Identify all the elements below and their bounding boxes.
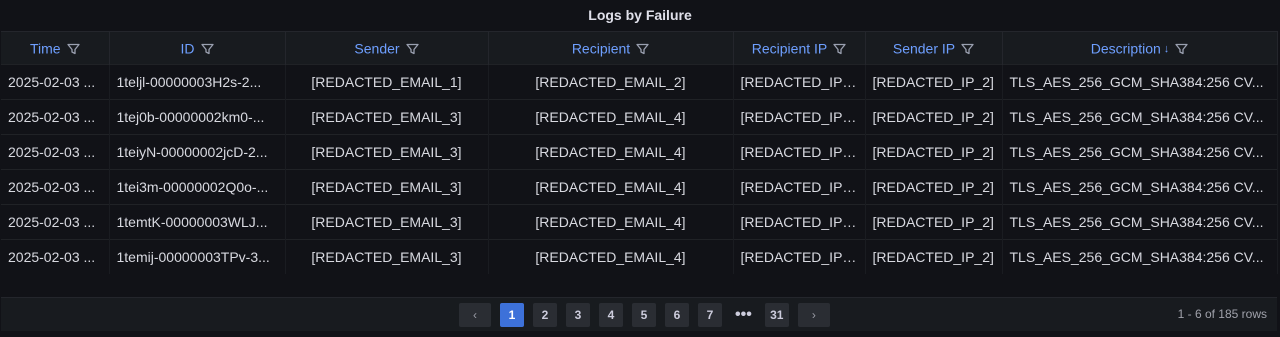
- filter-icon[interactable]: [405, 43, 419, 55]
- table-header-row: Time ID Sender Recipient Recipient IP Se…: [1, 31, 1278, 65]
- row-count: 1 - 6 of 185 rows: [1177, 307, 1267, 321]
- cell-recipient-ip: [REDACTED_IP_6]: [733, 204, 866, 240]
- column-header-label: Sender IP: [892, 40, 956, 57]
- cell-description: TLS_AES_256_GCM_SHA384:256 CV...: [1002, 204, 1278, 240]
- cell-sender: [REDACTED_EMAIL_3]: [285, 169, 489, 205]
- cell-sender: [REDACTED_EMAIL_3]: [285, 204, 489, 240]
- cell-sender-ip: [REDACTED_IP_2]: [865, 134, 1003, 170]
- cell-recipient: [REDACTED_EMAIL_2]: [488, 64, 734, 100]
- filter-icon[interactable]: [1175, 43, 1188, 55]
- cell-recipient: [REDACTED_EMAIL_4]: [488, 204, 734, 240]
- chevron-left-icon: ‹: [473, 308, 477, 322]
- table-row[interactable]: 2025-02-03 ... 1teiyN-00000002jcD-2... […: [1, 134, 1278, 170]
- cell-sender-ip: [REDACTED_IP_2]: [865, 169, 1003, 205]
- cell-sender-ip: [REDACTED_IP_2]: [865, 204, 1003, 240]
- page-button-6[interactable]: 6: [665, 303, 689, 327]
- filter-icon[interactable]: [961, 43, 974, 55]
- filter-icon[interactable]: [66, 43, 80, 55]
- cell-recipient-ip: [REDACTED_IP_7]: [733, 239, 866, 274]
- cell-description: TLS_AES_256_GCM_SHA384:256 CV...: [1002, 64, 1278, 100]
- column-header-description[interactable]: Description ↓: [1002, 31, 1278, 65]
- page-button-last[interactable]: 31: [764, 303, 789, 327]
- cell-id: 1tej0b-00000002km0-...: [109, 99, 286, 135]
- cell-id: 1temij-00000003TPv-3...: [109, 239, 286, 274]
- cell-id: 1teiyN-00000002jcD-2...: [109, 134, 286, 170]
- cell-time: 2025-02-03 ...: [1, 64, 110, 100]
- cell-description: TLS_AES_256_GCM_SHA384:256 CV...: [1002, 134, 1278, 170]
- prev-page-button[interactable]: ‹: [459, 303, 491, 327]
- cell-time: 2025-02-03 ...: [1, 134, 110, 170]
- panel-title: Logs by Failure: [588, 7, 692, 23]
- cell-recipient-ip: [REDACTED_IP_3]: [733, 99, 866, 135]
- chevron-right-icon: ›: [811, 308, 816, 322]
- cell-time: 2025-02-03 ...: [1, 239, 110, 274]
- cell-recipient: [REDACTED_EMAIL_4]: [488, 239, 734, 274]
- cell-id: 1tei3m-00000002Q0o-...: [109, 169, 286, 205]
- table-row[interactable]: 2025-02-03 ... 1teljl-00000003H2s-2... […: [1, 64, 1278, 100]
- pagination-ellipsis: •••: [735, 306, 752, 323]
- cell-sender: [REDACTED_EMAIL_3]: [285, 239, 489, 274]
- page-button-1[interactable]: 1: [500, 303, 524, 327]
- cell-recipient-ip: [REDACTED_IP_4]: [733, 134, 866, 170]
- filter-icon[interactable]: [200, 43, 214, 55]
- cell-recipient: [REDACTED_EMAIL_4]: [488, 134, 734, 170]
- column-header-label: Time: [29, 40, 61, 57]
- column-header-recipient-ip[interactable]: Recipient IP: [733, 31, 866, 65]
- table-row[interactable]: 2025-02-03 ... 1temij-00000003TPv-3... […: [1, 239, 1278, 274]
- page-button-5[interactable]: 5: [632, 303, 656, 327]
- cell-recipient-ip: [REDACTED_IP_5]: [733, 169, 866, 205]
- column-header-sender[interactable]: Sender: [285, 31, 489, 65]
- page-button-7[interactable]: 7: [698, 303, 722, 327]
- cell-id: 1temtK-00000003WLJ...: [109, 204, 286, 240]
- cell-sender-ip: [REDACTED_IP_2]: [865, 99, 1003, 135]
- page-button-3[interactable]: 3: [566, 303, 590, 327]
- column-header-recipient[interactable]: Recipient: [488, 31, 734, 65]
- cell-time: 2025-02-03 ...: [1, 169, 110, 205]
- table-row[interactable]: 2025-02-03 ... 1tej0b-00000002km0-... [R…: [1, 99, 1278, 135]
- column-header-label: Description: [1090, 40, 1161, 57]
- cell-time: 2025-02-03 ...: [1, 99, 110, 135]
- cell-description: TLS_AES_256_GCM_SHA384:256 CV...: [1002, 99, 1278, 135]
- column-header-time[interactable]: Time: [1, 31, 110, 65]
- table-row[interactable]: 2025-02-03 ... 1tei3m-00000002Q0o-... [R…: [1, 169, 1278, 205]
- column-header-label: Recipient IP: [751, 40, 828, 57]
- cell-description: TLS_AES_256_GCM_SHA384:256 CV...: [1002, 169, 1278, 205]
- cell-sender-ip: [REDACTED_IP_2]: [865, 64, 1003, 100]
- column-header-label: ID: [180, 40, 195, 57]
- next-page-button[interactable]: ›: [797, 303, 830, 327]
- page-button-4[interactable]: 4: [599, 303, 623, 327]
- filter-icon[interactable]: [636, 43, 649, 55]
- page-button-2[interactable]: 2: [533, 303, 557, 327]
- pagination-bar: ‹ 1 2 3 4 5 6 7 ••• 31 › 1 - 6 of 185 ro…: [1, 297, 1277, 331]
- cell-recipient: [REDACTED_EMAIL_4]: [488, 99, 734, 135]
- column-header-id[interactable]: ID: [109, 31, 286, 65]
- cell-sender: [REDACTED_EMAIL_3]: [285, 99, 489, 135]
- cell-sender: [REDACTED_EMAIL_1]: [285, 64, 489, 100]
- filter-icon[interactable]: [833, 43, 846, 55]
- cell-description: TLS_AES_256_GCM_SHA384:256 CV...: [1002, 239, 1278, 274]
- cell-sender-ip: [REDACTED_IP_2]: [865, 239, 1003, 274]
- logs-table: Time ID Sender Recipient Recipient IP Se…: [1, 31, 1278, 274]
- column-header-sender-ip[interactable]: Sender IP: [865, 31, 1003, 65]
- pagination: ‹ 1 2 3 4 5 6 7 ••• 31 ›: [459, 303, 830, 327]
- cell-id: 1teljl-00000003H2s-2...: [109, 64, 286, 100]
- cell-recipient-ip: [REDACTED_IP_1]: [733, 64, 866, 100]
- column-header-label: Recipient: [571, 40, 631, 57]
- cell-sender: [REDACTED_EMAIL_3]: [285, 134, 489, 170]
- cell-recipient: [REDACTED_EMAIL_4]: [488, 169, 734, 205]
- sort-descending-icon: ↓: [1163, 42, 1170, 55]
- table-row[interactable]: 2025-02-03 ... 1temtK-00000003WLJ... [RE…: [1, 204, 1278, 240]
- column-header-label: Sender: [354, 40, 400, 57]
- cell-time: 2025-02-03 ...: [1, 204, 110, 240]
